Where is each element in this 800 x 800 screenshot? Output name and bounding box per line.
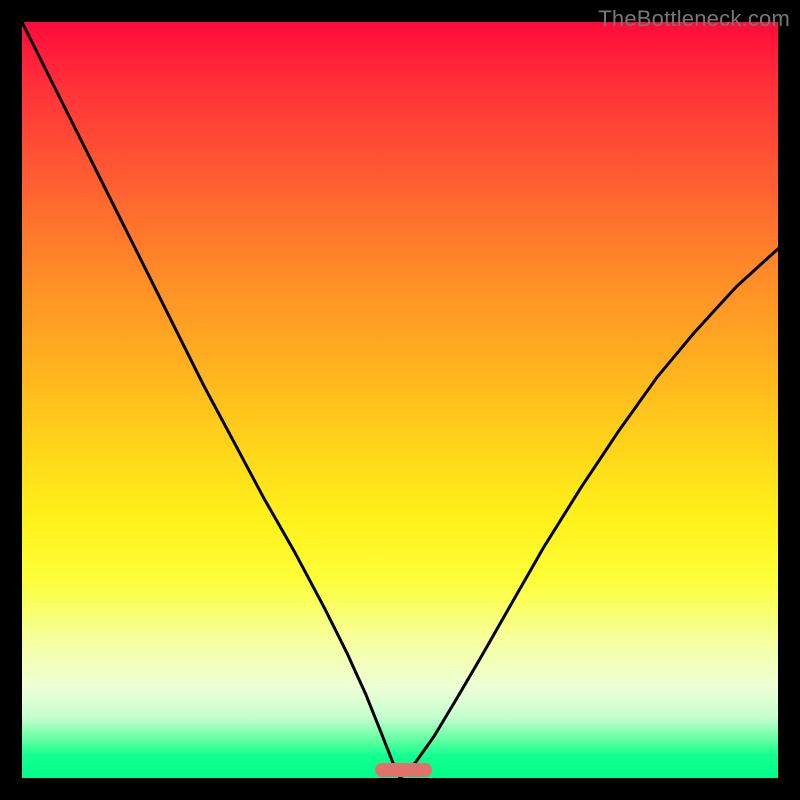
chart-frame: TheBottleneck.com xyxy=(0,0,800,800)
plot-area xyxy=(22,22,778,778)
optimal-marker xyxy=(375,763,432,777)
bottleneck-curve xyxy=(22,22,778,778)
curve-path xyxy=(22,22,778,778)
watermark-text: TheBottleneck.com xyxy=(598,6,790,32)
